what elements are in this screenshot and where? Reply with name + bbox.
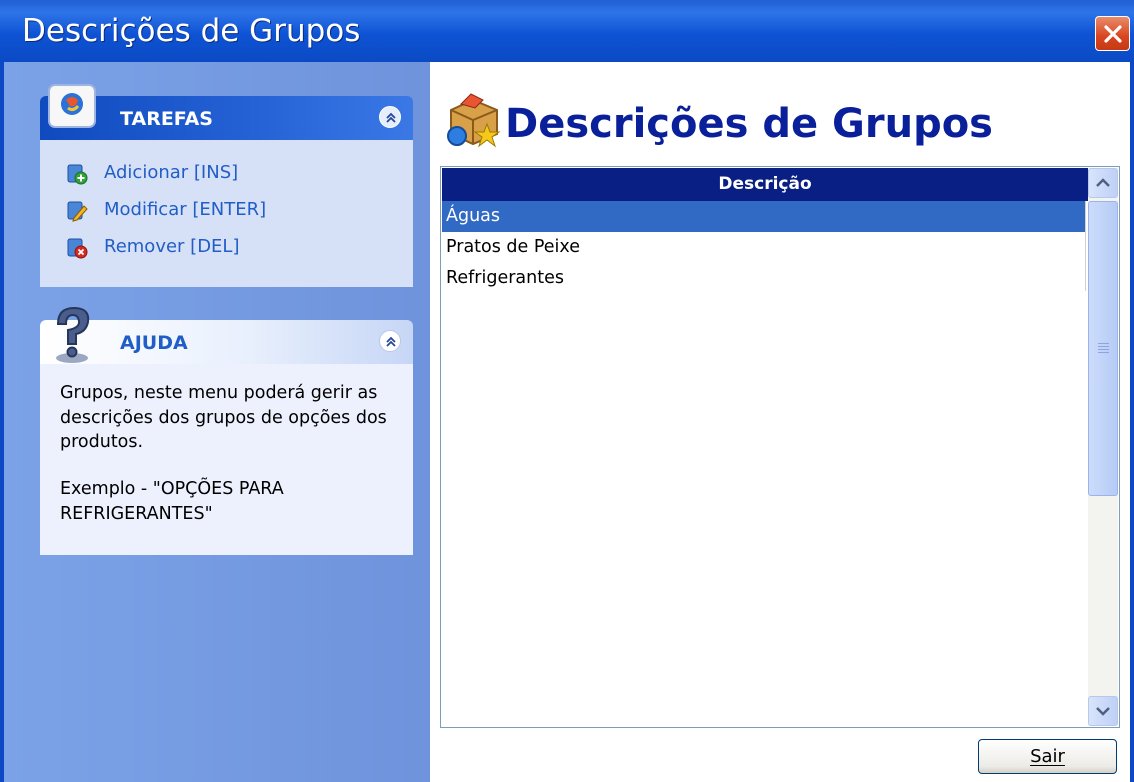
tasks-panel-icon — [48, 84, 96, 128]
add-icon — [67, 164, 88, 185]
edit-icon — [67, 201, 88, 222]
column-header-descricao[interactable]: Descrição — [442, 168, 1088, 201]
chevron-up-icon — [1096, 178, 1110, 187]
collapse-help-button[interactable] — [379, 330, 401, 352]
help-panel-body: Grupos, neste menu poderá gerir as descr… — [40, 364, 413, 555]
chevron-down-icon — [1096, 707, 1110, 716]
thumb-grip — [1098, 349, 1109, 350]
exit-button[interactable]: Sair — [978, 739, 1117, 774]
list-item[interactable]: Refrigerantes — [442, 263, 1086, 294]
vertical-scrollbar[interactable] — [1088, 168, 1118, 726]
task-add-label: Adicionar [INS] — [104, 162, 239, 183]
tasks-panel-title: TAREFAS — [120, 108, 213, 130]
list-item[interactable]: Pratos de Peixe — [442, 232, 1086, 263]
close-button[interactable] — [1095, 16, 1130, 51]
column-divider — [1085, 201, 1086, 291]
close-icon — [1104, 25, 1122, 43]
remove-icon — [67, 238, 88, 259]
tasks-panel-body: Adicionar [INS] Modificar [ENTER] Remove… — [40, 140, 413, 287]
task-pane: TAREFAS Adicionar [INS] Modificar [ENTER… — [0, 62, 430, 782]
scroll-down-button[interactable] — [1088, 696, 1118, 726]
list-item[interactable]: Águas — [442, 201, 1086, 232]
scroll-thumb[interactable] — [1088, 201, 1118, 496]
groups-list[interactable]: Descrição Águas Pratos de Peixe Refriger… — [440, 166, 1120, 728]
page-title: Descrições de Grupos — [505, 101, 993, 147]
chevron-up-icon — [386, 336, 396, 347]
window-title: Descrições de Grupos — [22, 13, 361, 49]
help-panel: AJUDA Grupos, neste menu poderá gerir as… — [40, 306, 413, 555]
chevron-up-icon — [386, 112, 396, 123]
thumb-grip — [1098, 352, 1109, 353]
scroll-up-button[interactable] — [1088, 168, 1118, 198]
question-mark-icon — [56, 306, 90, 363]
help-panel-title: AJUDA — [120, 332, 188, 354]
window-border — [1130, 62, 1134, 782]
collapse-tasks-button[interactable] — [379, 106, 401, 128]
window: Descrições de Grupos TAREFAS Adicionar [… — [0, 0, 1134, 782]
thumb-grip — [1098, 346, 1109, 347]
exit-button-label: Sair — [1030, 746, 1065, 767]
thumb-grip — [1098, 343, 1109, 344]
task-modify-label: Modificar [ENTER] — [104, 199, 267, 220]
tasks-panel: TAREFAS Adicionar [INS] Modificar [ENTER… — [40, 84, 413, 287]
help-text-1: Grupos, neste menu poderá gerir as descr… — [60, 383, 387, 452]
task-remove-label: Remover [DEL] — [104, 236, 240, 257]
groups-icon — [447, 93, 501, 148]
title-bar[interactable]: Descrições de Grupos — [0, 0, 1134, 62]
help-text-2: Exemplo - "OPÇÕES PARA REFRIGERANTES" — [60, 479, 284, 524]
